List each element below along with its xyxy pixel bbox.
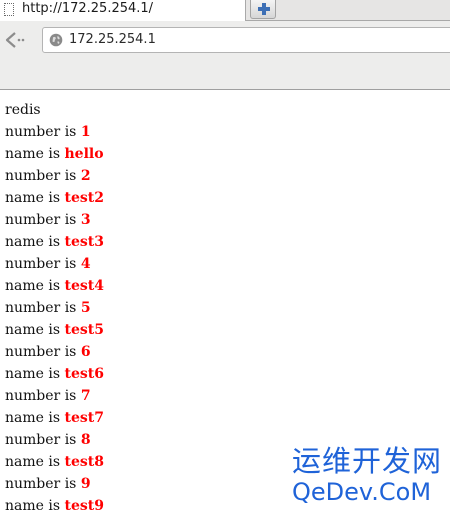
name-line: name is test4 — [5, 275, 445, 297]
name-value: test4 — [64, 278, 104, 294]
name-label: name is — [5, 190, 61, 206]
number-line: number is 6 — [5, 341, 445, 363]
page-icon — [4, 3, 14, 16]
name-value: test3 — [64, 234, 104, 250]
tab-title: http://172.25.254.1/ — [22, 1, 154, 16]
number-label: number is — [5, 300, 77, 316]
name-label: name is — [5, 278, 61, 294]
name-line: name is hello — [5, 143, 445, 165]
number-label: number is — [5, 476, 77, 492]
name-label: name is — [5, 454, 61, 470]
number-line: number is 2 — [5, 165, 445, 187]
name-value: test9 — [64, 498, 104, 513]
number-label: number is — [5, 432, 77, 448]
name-label: name is — [5, 498, 61, 513]
tab-strip: http://172.25.254.1/ — [0, 0, 450, 21]
number-label: number is — [5, 256, 77, 272]
watermark-english-text: QeDev.CoM — [292, 478, 432, 506]
page-heading: redis — [5, 102, 41, 118]
name-line: name is test7 — [5, 407, 445, 429]
number-value: 5 — [80, 300, 91, 316]
name-label: name is — [5, 322, 61, 338]
globe-icon — [49, 33, 63, 47]
name-label: name is — [5, 234, 61, 250]
number-line: number is 1 — [5, 121, 445, 143]
number-value: 1 — [80, 124, 91, 140]
plus-icon — [258, 3, 270, 15]
number-value: 3 — [80, 212, 91, 228]
number-line: number is 5 — [5, 297, 445, 319]
number-line: number is 4 — [5, 253, 445, 275]
number-value: 8 — [80, 432, 91, 448]
number-line: number is 3 — [5, 209, 445, 231]
url-text: 172.25.254.1 — [69, 32, 156, 47]
number-label: number is — [5, 344, 77, 360]
number-label: number is — [5, 124, 77, 140]
back-arrow-icon — [5, 32, 25, 48]
new-tab-button[interactable] — [250, 0, 276, 19]
number-value: 6 — [80, 344, 91, 360]
back-button[interactable] — [3, 28, 29, 52]
name-value: test7 — [64, 410, 104, 426]
address-bar[interactable]: 172.25.254.1 — [42, 27, 450, 53]
number-label: number is — [5, 212, 77, 228]
number-value: 9 — [80, 476, 91, 492]
name-label: name is — [5, 366, 61, 382]
browser-tab[interactable]: http://172.25.254.1/ — [0, 0, 246, 21]
name-value: test5 — [64, 322, 104, 338]
number-value: 7 — [80, 388, 91, 404]
name-label: name is — [5, 410, 61, 426]
watermark-chinese-text: 运维开发网 — [292, 444, 443, 478]
name-value: hello — [64, 146, 104, 162]
name-label: name is — [5, 146, 61, 162]
navigation-bar: 172.25.254.1 — [0, 21, 450, 90]
number-value: 2 — [80, 168, 91, 184]
name-line: name is test2 — [5, 187, 445, 209]
number-value: 4 — [80, 256, 91, 272]
number-line: number is 7 — [5, 385, 445, 407]
name-line: name is test5 — [5, 319, 445, 341]
name-value: test8 — [64, 454, 104, 470]
name-value: test6 — [64, 366, 104, 382]
site-watermark: 运维开发网 QeDev.CoM — [292, 444, 450, 506]
name-line: name is test3 — [5, 231, 445, 253]
name-value: test2 — [64, 190, 104, 206]
number-label: number is — [5, 388, 77, 404]
number-label: number is — [5, 168, 77, 184]
name-line: name is test6 — [5, 363, 445, 385]
